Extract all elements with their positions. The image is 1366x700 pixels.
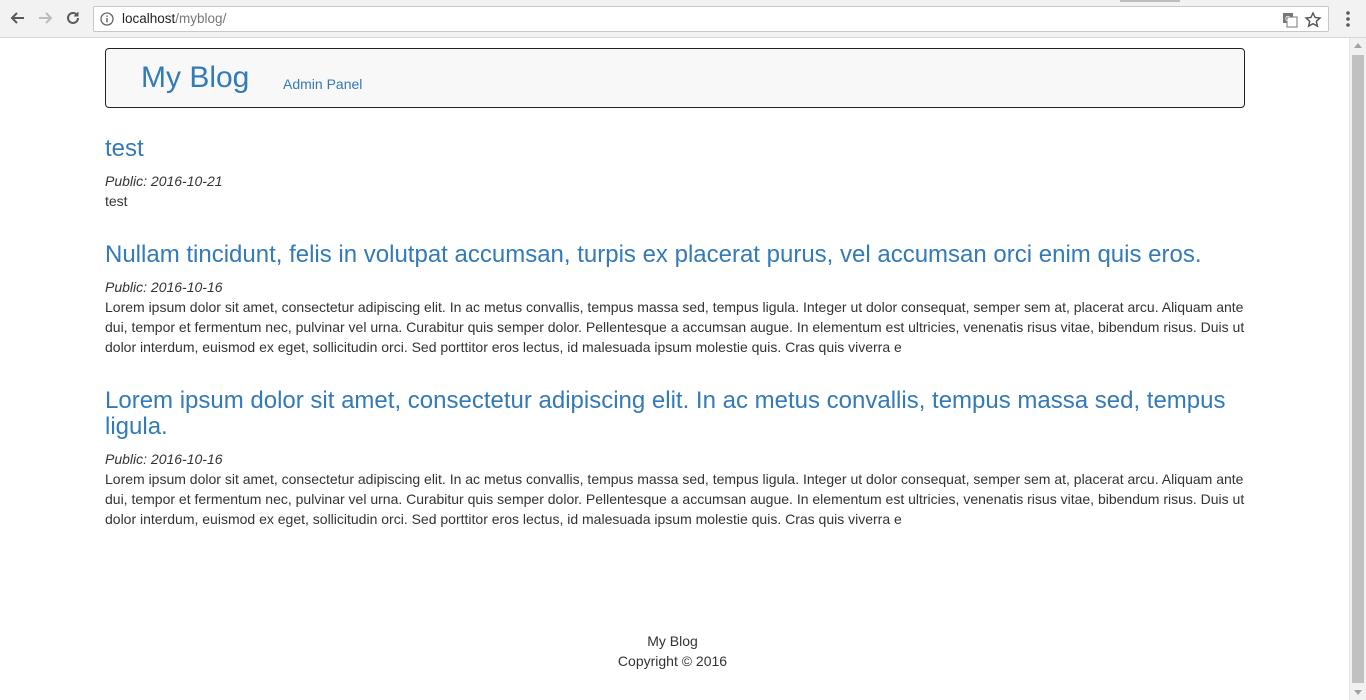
svg-text:G: G <box>1285 15 1290 23</box>
post-title-link[interactable]: test <box>105 135 144 162</box>
blog-post: Nullam tincidunt, felis in volutpat accu… <box>105 242 1245 357</box>
blog-post: test Public: 2016-10-21 test <box>105 136 1245 211</box>
post-title-link[interactable]: Nullam tincidunt, felis in volutpat accu… <box>105 241 1202 268</box>
url-host: localhost <box>122 11 176 26</box>
blog-post: Lorem ipsum dolor sit amet, consectetur … <box>105 388 1245 529</box>
vertical-scrollbar[interactable] <box>1349 38 1366 700</box>
site-footer: My Blog Copyright © 2016 <box>0 631 1345 671</box>
post-title: test <box>105 136 1245 162</box>
scroll-up-arrow-icon[interactable] <box>1354 43 1362 48</box>
forward-button[interactable] <box>33 6 57 30</box>
url-path: /myblog/ <box>175 11 227 26</box>
scrollbar-thumb[interactable] <box>1352 55 1364 683</box>
page-content: My Blog Admin Panel test Public: 2016-10… <box>0 38 1349 700</box>
post-title-link[interactable]: Lorem ipsum dolor sit amet, consectetur … <box>105 387 1226 440</box>
browser-menu-icon[interactable] <box>1338 8 1358 30</box>
tab-strip-edge <box>1120 0 1180 2</box>
reload-button[interactable] <box>61 6 85 30</box>
back-button[interactable] <box>6 6 30 30</box>
admin-panel-link[interactable]: Admin Panel <box>283 76 362 92</box>
bookmark-star-icon[interactable] <box>1304 11 1322 29</box>
post-date: Public: 2016-10-21 <box>105 173 223 189</box>
info-icon[interactable] <box>100 12 114 26</box>
post-body: test <box>105 193 128 209</box>
post-title: Lorem ipsum dolor sit amet, consectetur … <box>105 388 1245 440</box>
browser-toolbar: localhost/myblog/ G <box>0 0 1366 38</box>
reload-icon <box>67 11 79 24</box>
brand-link[interactable]: My Blog <box>141 61 249 95</box>
forward-arrow-icon <box>39 12 53 24</box>
footer-copyright: Copyright © 2016 <box>617 653 728 669</box>
site-navbar: My Blog Admin Panel <box>105 48 1245 108</box>
post-body: Lorem ipsum dolor sit amet, consectetur … <box>105 299 1245 355</box>
post-date: Public: 2016-10-16 <box>105 451 223 467</box>
post-body: Lorem ipsum dolor sit amet, consectetur … <box>105 471 1245 527</box>
address-bar[interactable]: localhost/myblog/ G <box>93 6 1329 32</box>
back-arrow-icon <box>10 12 24 24</box>
footer-site-name: My Blog <box>647 633 698 649</box>
post-date: Public: 2016-10-16 <box>105 279 223 295</box>
url-text[interactable]: localhost/myblog/ <box>122 11 226 26</box>
translate-icon[interactable]: G <box>1282 12 1298 28</box>
scroll-down-arrow-icon[interactable] <box>1354 690 1362 695</box>
post-title: Nullam tincidunt, felis in volutpat accu… <box>105 242 1245 268</box>
